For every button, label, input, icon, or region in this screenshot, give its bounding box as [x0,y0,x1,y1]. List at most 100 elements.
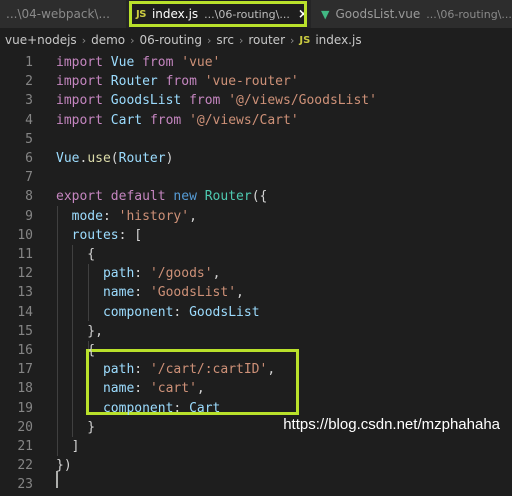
code-token: Vue [110,55,135,70]
code-line[interactable]: 8 export default new Router({ [0,187,512,206]
code-text: import GoodsList from '@/views/GoodsList… [56,91,377,110]
code-token: use [87,151,111,166]
line-number: 9 [25,208,33,224]
code-text: import Vue from 'vue' [56,53,220,72]
code-line[interactable]: 1 import Vue from 'vue' [0,53,512,72]
code-token: routes [71,227,119,243]
tab-label: GoodsList.vue [335,7,421,21]
breadcrumb-item[interactable]: vue+nodejs [5,33,77,47]
line-number: 4 [25,112,33,128]
code-line[interactable]: 7 [0,168,512,187]
watermark: https://blog.csdn.net/mzphahaha [283,416,500,433]
chevron-right-icon: › [130,33,135,47]
code-token: Vue [56,151,80,166]
breadcrumb-item[interactable]: demo [91,33,125,47]
code-line[interactable]: 12 path: '/goods', [0,264,512,283]
code-line[interactable]: 23 [0,475,512,494]
code-line[interactable]: 10 routes: [ [0,226,512,245]
code-token: Router [204,189,252,205]
code-token: , [236,285,244,301]
code-token: '@/views/Cart' [189,112,299,128]
code-text: { [56,245,95,264]
tab-webpack[interactable]: ...\04-webpack\... [0,0,126,28]
code-token: } [56,419,96,435]
code-line[interactable]: 16 { [0,341,512,360]
code-token: 'vue' [181,55,221,70]
code-token: export [56,189,103,205]
code-line[interactable]: 17 path: '/cart/:cartID', [0,360,512,379]
code-line[interactable]: 22}) [0,456,512,475]
code-token: path [102,362,135,378]
breadcrumb-item[interactable]: src [216,33,234,47]
js-file-icon: JS [136,8,146,20]
code-token: '@/views/GoodsList' [228,93,377,109]
code-text: name: 'GoodsList', [56,283,244,302]
tab-goodslist-vue[interactable]: ▼ GoodsList.vue ...\06-routing\... [311,0,512,28]
code-token: : [134,362,150,378]
code-token: 'vue-router' [204,74,299,90]
code-text: ] [56,437,80,456]
line-number: 21 [17,439,33,454]
code-line[interactable]: 6 Vue.use(Router) [0,149,512,168]
close-icon[interactable]: × [298,7,307,22]
code-token: import [56,55,103,70]
code-token: }) [56,458,72,474]
line-number: 14 [17,304,33,320]
code-token: default [110,189,166,205]
code-token: : [134,381,150,397]
code-token: : [134,266,150,282]
code-line[interactable]: 15 }, [0,322,512,341]
code-line[interactable]: 5 [0,130,512,149]
code-token: : [134,285,150,301]
chevron-right-icon: › [290,33,295,47]
vue-file-icon: ▼ [321,7,330,21]
code-token: , [267,362,276,378]
code-line[interactable]: 19 component: Cart [0,399,512,418]
tab-index-js[interactable]: JS index.js ...\06-routing\... × [130,0,307,28]
code-text: Vue.use(Router) [56,149,173,168]
code-token: GoodsList [110,93,182,109]
code-text: component: Cart [56,399,220,418]
breadcrumb-file[interactable]: index.js [315,33,361,47]
line-number: 15 [17,323,33,339]
code-line[interactable]: 21 ] [0,437,512,456]
code-line[interactable]: 13 name: 'GoodsList', [0,283,512,302]
line-number: 11 [17,247,33,262]
code-line[interactable]: 14 component: GoodsList [0,303,512,322]
line-number: 23 [17,477,33,493]
editor-tab-bar: ...\04-webpack\... JS index.js ...\06-ro… [0,0,512,28]
code-line[interactable]: 2 import Router from 'vue-router' [0,72,512,91]
code-token: 'cart' [149,381,197,397]
code-line[interactable]: 18 name: 'cart', [0,379,512,398]
code-token: name [102,381,135,397]
code-text: }, [56,322,103,341]
code-line[interactable]: 3 import GoodsList from '@/views/GoodsLis… [0,91,512,110]
line-number: 16 [17,343,33,358]
line-number: 1 [25,55,33,70]
code-token: 'history' [118,208,190,224]
line-number: 20 [17,419,33,435]
breadcrumb: vue+nodejs › demo › 06-routing › src › r… [0,28,512,52]
code-line[interactable]: 9 mode: 'history', [0,207,512,226]
breadcrumb-item[interactable]: router [248,33,285,47]
code-token: new [173,189,197,205]
line-number: 10 [17,227,33,243]
code-line[interactable]: 4 import Cart from '@/views/Cart' [0,111,512,130]
line-number: 22 [17,458,33,474]
code-token: '/goods' [149,266,213,282]
tab-label: ...\04-webpack\... [6,7,110,21]
line-number: 8 [25,189,33,205]
breadcrumb-item[interactable]: 06-routing [140,33,202,47]
code-token: Cart [110,112,143,128]
js-file-icon: JS [299,34,311,46]
code-line[interactable]: 11 { [0,245,512,264]
line-number: 13 [17,285,33,301]
